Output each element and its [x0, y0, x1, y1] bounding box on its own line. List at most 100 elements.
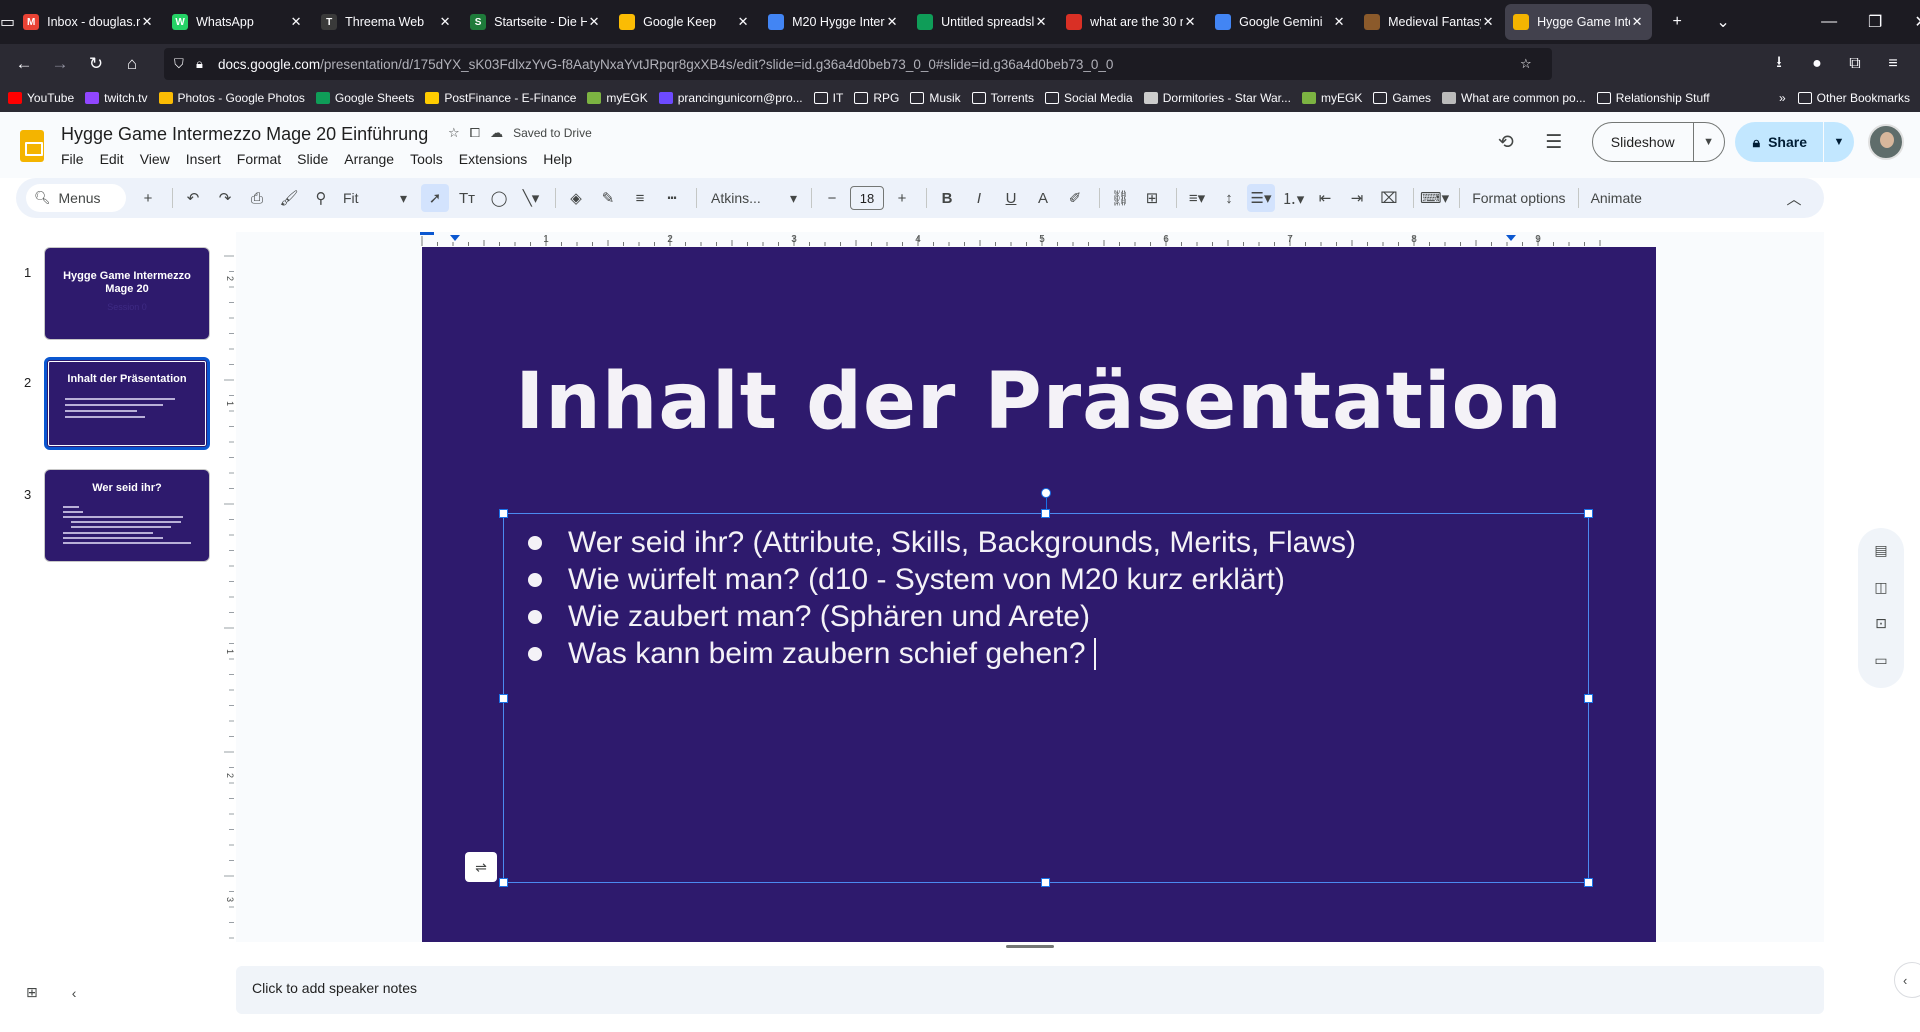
- slides-logo-icon[interactable]: [20, 130, 44, 162]
- resize-handle-bottom-right[interactable]: [1584, 878, 1593, 887]
- line-spacing-icon[interactable]: ↕: [1215, 184, 1243, 212]
- menu-help[interactable]: Help: [543, 151, 572, 167]
- print-icon[interactable]: ⎙: [243, 184, 271, 212]
- increase-indent-icon[interactable]: ⇥: [1343, 184, 1371, 212]
- keep-icon[interactable]: ▤: [1869, 542, 1893, 560]
- share-dropdown-icon[interactable]: ▼: [1824, 136, 1854, 148]
- text-box-icon[interactable]: Tт: [453, 184, 481, 212]
- share-button[interactable]: 🔒︎ Share: [1735, 122, 1824, 162]
- bullet-item[interactable]: Wie würfelt man? (d10 - System von M20 k…: [528, 561, 1356, 598]
- bookmark-item[interactable]: Google Sheets: [315, 91, 414, 105]
- font-select[interactable]: Atkins... ▾: [711, 190, 797, 207]
- contacts-icon[interactable]: ⊡: [1869, 615, 1893, 633]
- slide-canvas[interactable]: Inhalt der Präsentation Wer seid ihr? (A…: [422, 247, 1656, 942]
- underline-icon[interactable]: U: [997, 184, 1025, 212]
- back-icon[interactable]: ←: [8, 48, 40, 80]
- paint-format-icon[interactable]: 🖌︎: [275, 184, 303, 212]
- menu-slide[interactable]: Slide: [297, 151, 328, 167]
- resize-handle-right[interactable]: [1584, 694, 1593, 703]
- undo-icon[interactable]: ↶: [179, 184, 207, 212]
- speaker-notes[interactable]: Click to add speaker notes: [236, 966, 1824, 1014]
- collapse-toolbar-icon[interactable]: ︿: [1780, 184, 1808, 212]
- close-window-icon[interactable]: ✕: [1898, 12, 1920, 32]
- bookmark-folder[interactable]: RPG: [854, 91, 899, 105]
- address-bar[interactable]: ⛉ 🔒︎ docs.google.com/presentation/d/175d…: [164, 48, 1552, 80]
- selected-text-box[interactable]: Wer seid ihr? (Attribute, Skills, Backgr…: [499, 488, 1593, 887]
- slide-thumbnail[interactable]: Wer seid ihr?: [44, 469, 210, 562]
- browser-tab[interactable]: W WhatsApp ✕: [164, 4, 311, 40]
- new-slide-icon[interactable]: +: [134, 184, 162, 212]
- close-tab-icon[interactable]: ✕: [587, 14, 601, 30]
- shield-icon[interactable]: ⛉: [174, 56, 196, 72]
- font-size-input[interactable]: 18: [850, 186, 884, 210]
- comment-icon[interactable]: ⊞: [1138, 184, 1166, 212]
- border-dash-icon[interactable]: ┅: [658, 184, 686, 212]
- show-side-panel-icon[interactable]: ‹: [1894, 962, 1920, 998]
- browser-tab[interactable]: what are the 30 r ✕: [1058, 4, 1205, 40]
- bookmark-item[interactable]: What are common po...: [1442, 91, 1586, 105]
- bookmark-folder[interactable]: Relationship Stuff: [1596, 91, 1710, 105]
- horizontal-ruler[interactable]: 1 2 3 4 5 6 7 8 9: [420, 232, 1658, 246]
- animate-button[interactable]: Animate: [1585, 190, 1648, 206]
- avatar[interactable]: [1868, 124, 1904, 160]
- drive-folder-icon[interactable]: ▭: [1869, 652, 1893, 670]
- browser-tab[interactable]: Medieval Fantasy ✕: [1356, 4, 1503, 40]
- redo-icon[interactable]: ↷: [211, 184, 239, 212]
- close-tab-icon[interactable]: ✕: [736, 14, 750, 30]
- lock-icon[interactable]: 🔒︎: [196, 56, 218, 72]
- bookmark-folder[interactable]: Torrents: [971, 91, 1034, 105]
- zoom-select[interactable]: Fit ▾: [339, 190, 411, 207]
- bookmark-star-icon[interactable]: ☆: [1520, 56, 1542, 72]
- bookmark-item[interactable]: twitch.tv: [85, 91, 148, 105]
- other-bookmarks[interactable]: Other Bookmarks: [1797, 91, 1910, 105]
- slide-title[interactable]: Inhalt der Präsentation: [422, 357, 1656, 447]
- account-icon[interactable]: ●: [1798, 55, 1836, 73]
- italic-icon[interactable]: I: [965, 184, 993, 212]
- comments-icon[interactable]: ☰: [1534, 122, 1574, 162]
- bookmark-folder[interactable]: Musik: [910, 91, 961, 105]
- url-text[interactable]: docs.google.com/presentation/d/175dYX_sK…: [218, 57, 1520, 72]
- downloads-icon[interactable]: ⭳: [1760, 51, 1798, 78]
- border-weight-icon[interactable]: ≡: [626, 184, 654, 212]
- menu-format[interactable]: Format: [237, 151, 281, 167]
- align-icon[interactable]: ≡▾: [1183, 184, 1211, 212]
- browser-tab[interactable]: S Startseite - Die H ✕: [462, 4, 609, 40]
- bullet-list[interactable]: Wer seid ihr? (Attribute, Skills, Backgr…: [528, 524, 1356, 672]
- link-icon[interactable]: ⛓: [1106, 184, 1134, 212]
- restore-icon[interactable]: ❐: [1852, 12, 1898, 32]
- browser-tab[interactable]: Untitled spreadsl ✕: [909, 4, 1056, 40]
- grid-view-icon[interactable]: ⊞: [26, 984, 38, 1001]
- resize-handle-top-left[interactable]: [499, 509, 508, 518]
- slideshow-dropdown-icon[interactable]: ▼: [1694, 136, 1724, 148]
- browser-tab[interactable]: Google Gemini ✕: [1207, 4, 1354, 40]
- close-tab-icon[interactable]: ✕: [1630, 14, 1644, 30]
- browser-tab[interactable]: T Threema Web ✕: [313, 4, 460, 40]
- vertical-ruler[interactable]: 2 1 1 2 3: [222, 248, 234, 948]
- browser-tab[interactable]: Hygge Game Inte ✕: [1505, 4, 1653, 40]
- document-title[interactable]: Hygge Game Intermezzo Mage 20 Einführung: [61, 124, 428, 145]
- menu-extensions[interactable]: Extensions: [459, 151, 527, 167]
- close-tab-icon[interactable]: ✕: [1034, 14, 1048, 30]
- browser-tab[interactable]: Google Keep ✕: [611, 4, 758, 40]
- home-icon[interactable]: ⌂: [116, 48, 148, 80]
- increase-font-size-icon[interactable]: +: [888, 184, 916, 212]
- bulleted-list-icon[interactable]: ☰▾: [1247, 184, 1275, 212]
- minimize-icon[interactable]: —: [1806, 13, 1852, 31]
- star-icon[interactable]: ☆: [448, 125, 460, 141]
- saved-status[interactable]: Saved to Drive: [513, 126, 592, 140]
- close-tab-icon[interactable]: ✕: [1332, 14, 1346, 30]
- input-tools-icon[interactable]: ⌨▾: [1420, 184, 1449, 212]
- format-options-button[interactable]: Format options: [1466, 190, 1571, 206]
- decrease-indent-icon[interactable]: ⇤: [1311, 184, 1339, 212]
- slide-thumbnail[interactable]: Hygge Game Intermezzo Mage 20 Session 0: [44, 247, 210, 340]
- reload-icon[interactable]: ↻: [80, 48, 112, 80]
- text-color-icon[interactable]: A: [1029, 184, 1057, 212]
- bold-icon[interactable]: B: [933, 184, 961, 212]
- forward-icon[interactable]: →: [44, 48, 76, 80]
- close-tab-icon[interactable]: ✕: [1481, 14, 1495, 30]
- tab-list-chevron-icon[interactable]: ⌄: [1700, 12, 1746, 32]
- clear-formatting-icon[interactable]: ⌧: [1375, 184, 1403, 212]
- resize-handle-bottom-left[interactable]: [499, 878, 508, 887]
- tab-overview-icon[interactable]: ▭: [0, 0, 15, 44]
- bookmark-item[interactable]: PostFinance - E-Finance: [425, 91, 576, 105]
